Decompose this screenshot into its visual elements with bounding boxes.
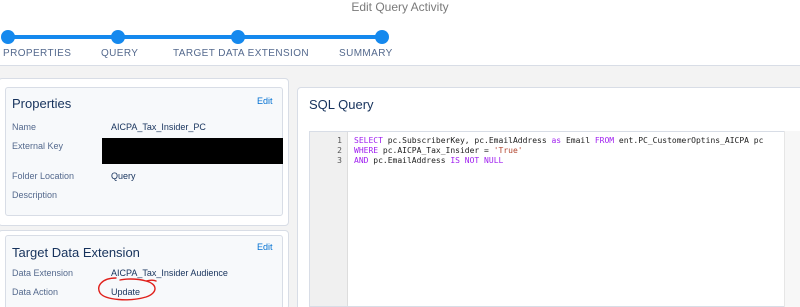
step-label-properties[interactable]: PROPERTIES	[3, 48, 71, 59]
target-title: Target Data Extension	[12, 245, 140, 260]
sql-query-title: SQL Query	[309, 97, 374, 112]
step-dot-properties[interactable]	[1, 30, 15, 44]
sql-text: Email	[561, 136, 595, 145]
properties-card: Properties Edit Name AICPA_Tax_Insider_P…	[0, 78, 289, 226]
editor-scrollbar[interactable]	[784, 131, 800, 307]
line-number: 2	[337, 146, 342, 155]
sql-keyword: AND	[354, 156, 369, 165]
sql-keyword: FROM	[594, 136, 615, 145]
line-number: 1	[337, 136, 342, 145]
field-label-external-key: External Key	[12, 141, 64, 151]
field-label-folder-location: Folder Location	[12, 171, 75, 181]
properties-panel: Properties Edit Name AICPA_Tax_Insider_P…	[5, 87, 283, 216]
window-title-bar: Edit Query Activity	[0, 0, 800, 20]
code-line[interactable]: SELECT pc.SubscriberKey, pc.EmailAddress…	[354, 136, 763, 145]
properties-title: Properties	[12, 96, 72, 111]
sql-editor[interactable]: 1 2 3 SELECT pc.SubscriberKey, pc.EmailA…	[309, 131, 784, 307]
sql-keyword: as	[551, 136, 562, 145]
field-label-description: Description	[12, 190, 58, 200]
sql-text: ent.PC_CustomerOptins_AICPA pc	[614, 136, 764, 145]
wizard-progress: PROPERTIES QUERY TARGET DATA EXTENSION S…	[0, 20, 800, 66]
step-dot-query[interactable]	[111, 30, 125, 44]
field-value-name: AICPA_Tax_Insider_PC	[111, 122, 206, 132]
code-line[interactable]: WHERE pc.AICPA_Tax_Insider = 'True'	[354, 146, 523, 155]
step-dot-summary[interactable]	[375, 30, 389, 44]
sql-text: pc.SubscriberKey, pc.EmailAddress	[382, 136, 552, 145]
progress-track	[8, 35, 382, 39]
sql-text: pc.AICPA_Tax_Insider =	[378, 146, 494, 155]
line-number: 3	[337, 156, 342, 165]
properties-edit-link[interactable]: Edit	[257, 96, 273, 106]
sql-keyword: IS NOT NULL	[450, 156, 504, 165]
sql-string: 'True'	[493, 146, 523, 155]
step-label-query[interactable]: QUERY	[101, 48, 138, 59]
target-edit-link[interactable]: Edit	[257, 242, 273, 252]
annotation-circle	[98, 277, 157, 301]
field-label-data-extension: Data Extension	[12, 268, 74, 278]
field-value-folder-location: Query	[111, 171, 136, 181]
redacted-external-key	[102, 138, 283, 164]
step-label-summary[interactable]: SUMMARY	[339, 48, 393, 59]
step-label-target-data-extension[interactable]: TARGET DATA EXTENSION	[173, 48, 309, 59]
window-title: Edit Query Activity	[351, 0, 449, 14]
code-line[interactable]: AND pc.EmailAddress IS NOT NULL	[354, 156, 503, 165]
sql-text: pc.EmailAddress	[368, 156, 451, 165]
sql-keyword: SELECT	[354, 136, 383, 145]
field-label-data-action: Data Action	[12, 287, 59, 297]
sql-keyword: WHERE	[354, 146, 379, 155]
step-dot-target-data-extension[interactable]	[231, 30, 245, 44]
field-label-name: Name	[12, 122, 37, 132]
